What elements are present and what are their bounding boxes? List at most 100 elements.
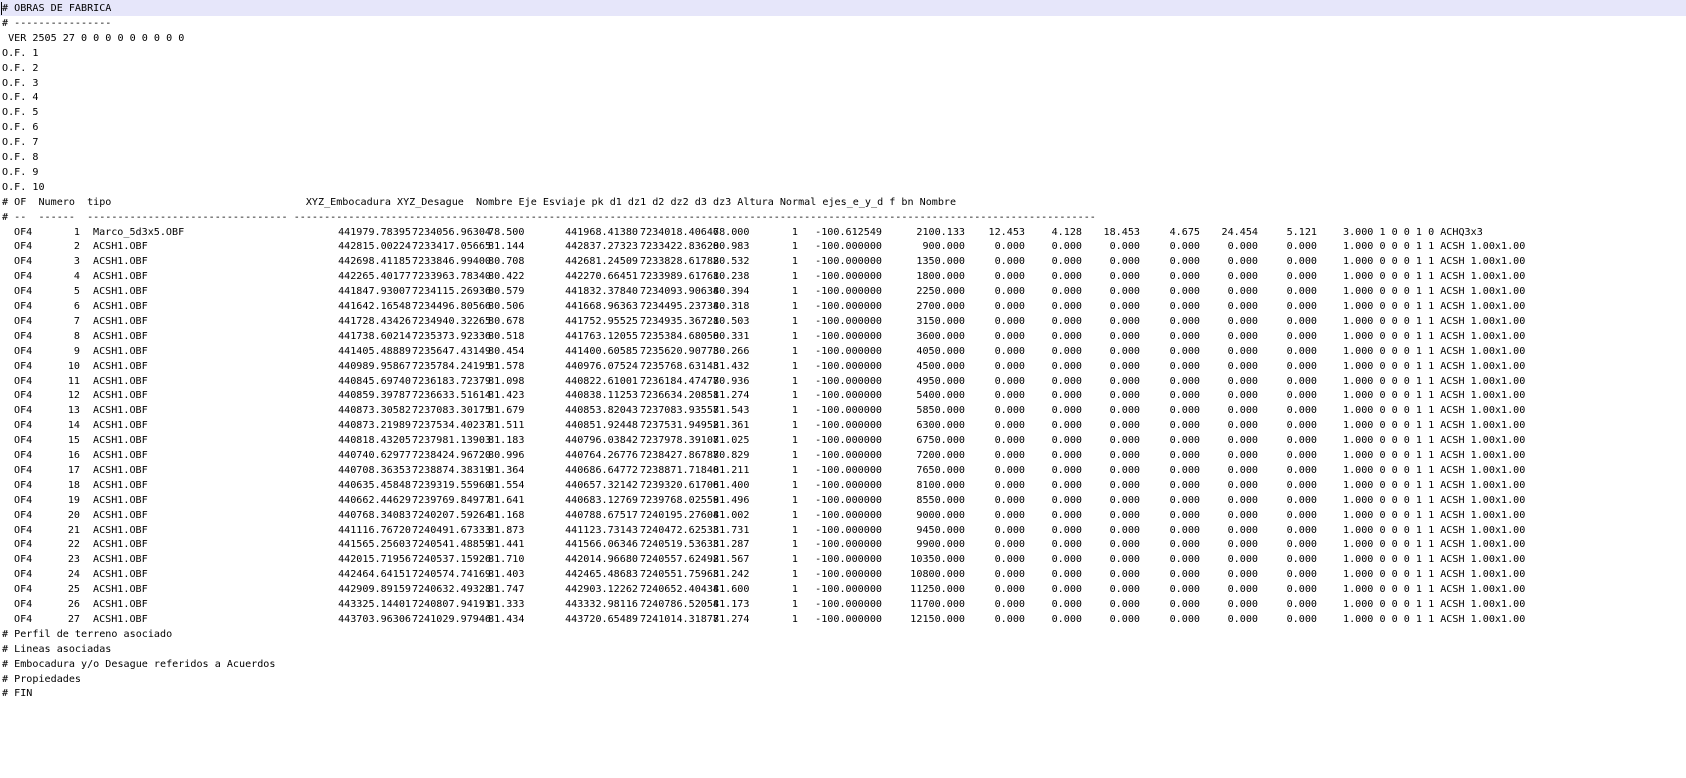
d1-cell: 0.000 [994, 435, 1025, 447]
eje-cell: 1 [791, 375, 798, 387]
of-cell: OF4 [14, 405, 33, 417]
des-z-cell: 81.731 [713, 524, 750, 536]
numero-cell: 26 [67, 599, 80, 610]
emb-x-cell: 442015.71956 [338, 554, 411, 566]
d2-cell: 0.000 [1109, 420, 1140, 432]
des-x-cell: 441668.96363 [565, 301, 638, 312]
des-z-cell: 81.274 [713, 390, 750, 402]
d2-cell: 0.000 [1109, 390, 1140, 402]
d1-cell: 0.000 [994, 569, 1025, 581]
d3-cell: 0.000 [1227, 315, 1258, 327]
des-x-cell: 441566.06346 [565, 539, 638, 551]
pk-cell: 11250.000 [910, 584, 965, 596]
d1-cell: 12.453 [988, 226, 1025, 238]
text-editor[interactable]: # OBRAS DE FABRICA # ---------------- VER… [0, 0, 1686, 778]
pk-cell: 8550.000 [916, 494, 965, 506]
des-x-cell: 440822.61001 [565, 375, 638, 387]
emb-y-cell: 7240574.74169 [412, 569, 492, 581]
tipo-cell: ACSH1.OBF [93, 241, 148, 253]
eje-cell: 1 [791, 315, 798, 327]
footer-line: # Lineas asociadas [2, 643, 112, 655]
tipo-cell: Marco_5d3x5.OBF [93, 226, 185, 238]
emb-z-cell: 80.579 [488, 286, 525, 298]
emb-z-cell: 81.679 [488, 405, 525, 417]
emb-x-cell: 440989.95867 [338, 360, 411, 372]
eje-cell: 1 [791, 494, 798, 506]
numero-cell: 19 [67, 494, 80, 506]
des-z-cell: 80.829 [713, 450, 750, 461]
tipo-cell: ACSH1.OBF [93, 315, 148, 327]
des-y-cell: 7238427.86787 [640, 450, 720, 461]
dz3-cell: 0.000 [1286, 599, 1317, 610]
d2-cell: 0.000 [1109, 509, 1140, 521]
tipo-cell: ACSH1.OBF [93, 301, 148, 312]
d3-cell: 0.000 [1227, 584, 1258, 596]
dz2-cell: 0.000 [1169, 315, 1200, 327]
of-cell: OF4 [14, 375, 33, 387]
emb-y-cell: 7241029.97946 [412, 613, 492, 625]
of-cell: OF4 [14, 420, 33, 432]
dz1-cell: 0.000 [1051, 375, 1082, 387]
of-cell: OF4 [14, 569, 33, 581]
emb-z-cell: 81.183 [488, 435, 525, 447]
emb-z-cell: 80.506 [488, 301, 525, 312]
des-x-cell: 441123.73143 [565, 524, 638, 536]
eje-cell: 1 [791, 464, 798, 476]
table-row: OF4 4 ACSH1.OBF 442265.40177 7233963.78340 80… [0, 269, 1686, 285]
altura-nombre-cell: 3.000 1 0 0 1 0 ACHQ3x3 [1343, 226, 1483, 238]
emb-z-cell: 78.500 [488, 226, 525, 238]
numero-cell: 25 [67, 584, 80, 596]
dz1-cell: 0.000 [1051, 509, 1082, 521]
des-z-cell: 80.983 [713, 241, 750, 253]
dz1-cell: 0.000 [1051, 420, 1082, 432]
table-row: OF4 6 ACSH1.OBF 441642.16548 7234496.80566 80… [0, 299, 1686, 315]
emb-z-cell: 81.403 [488, 569, 525, 581]
emb-y-cell: 7237083.30175 [412, 405, 492, 417]
altura-nombre-cell: 1.000 0 0 0 1 1 ACSH 1.00x1.00 [1343, 435, 1526, 447]
of-cell: OF4 [14, 256, 33, 268]
eje-cell: 1 [791, 241, 798, 253]
dz1-cell: 0.000 [1051, 450, 1082, 461]
eje-cell: 1 [791, 256, 798, 268]
d2-cell: 0.000 [1109, 524, 1140, 536]
d1-cell: 0.000 [994, 286, 1025, 298]
des-z-cell: 80.532 [713, 256, 750, 268]
d3-cell: 0.000 [1227, 390, 1258, 402]
emb-x-cell: 442265.40177 [338, 271, 411, 283]
eje-cell: 1 [791, 584, 798, 596]
eje-cell: 1 [791, 390, 798, 402]
pk-cell: 11700.000 [910, 599, 965, 610]
dz3-cell: 5.121 [1286, 226, 1317, 238]
numero-cell: 10 [67, 360, 80, 372]
numero-cell: 27 [67, 613, 80, 625]
des-x-cell: 440796.03842 [565, 435, 638, 447]
of-cell: OF4 [14, 226, 33, 238]
numero-cell: 15 [67, 435, 80, 447]
emb-z-cell: 81.873 [488, 524, 525, 536]
eje-cell: 1 [791, 271, 798, 283]
des-z-cell: 81.173 [713, 599, 750, 610]
pk-cell: 9000.000 [916, 509, 965, 521]
dz3-cell: 0.000 [1286, 286, 1317, 298]
esviaje-cell: -100.000000 [815, 539, 882, 551]
des-z-cell: 78.000 [713, 226, 750, 238]
eje-cell: 1 [791, 599, 798, 610]
numero-cell: 14 [67, 420, 80, 432]
dz3-cell: 0.000 [1286, 241, 1317, 253]
d3-cell: 0.000 [1227, 330, 1258, 342]
altura-nombre-cell: 1.000 0 0 0 1 1 ACSH 1.00x1.00 [1343, 301, 1526, 312]
numero-cell: 3 [73, 256, 80, 268]
des-y-cell: 7233422.83620 [640, 241, 720, 253]
of-cell: OF4 [14, 584, 33, 596]
des-y-cell: 7234935.36721 [640, 315, 720, 327]
d1-cell: 0.000 [994, 271, 1025, 283]
des-x-cell: 441400.60585 [565, 345, 638, 357]
altura-nombre-cell: 1.000 0 0 0 1 1 ACSH 1.00x1.00 [1343, 330, 1526, 342]
esviaje-cell: -100.000000 [815, 569, 882, 581]
of-cell: OF4 [14, 435, 33, 447]
des-x-cell: 443332.98116 [565, 599, 638, 610]
dz1-cell: 0.000 [1051, 584, 1082, 596]
d1-cell: 0.000 [994, 509, 1025, 521]
altura-nombre-cell: 1.000 0 0 0 1 1 ACSH 1.00x1.00 [1343, 554, 1526, 566]
numero-cell: 18 [67, 479, 80, 491]
